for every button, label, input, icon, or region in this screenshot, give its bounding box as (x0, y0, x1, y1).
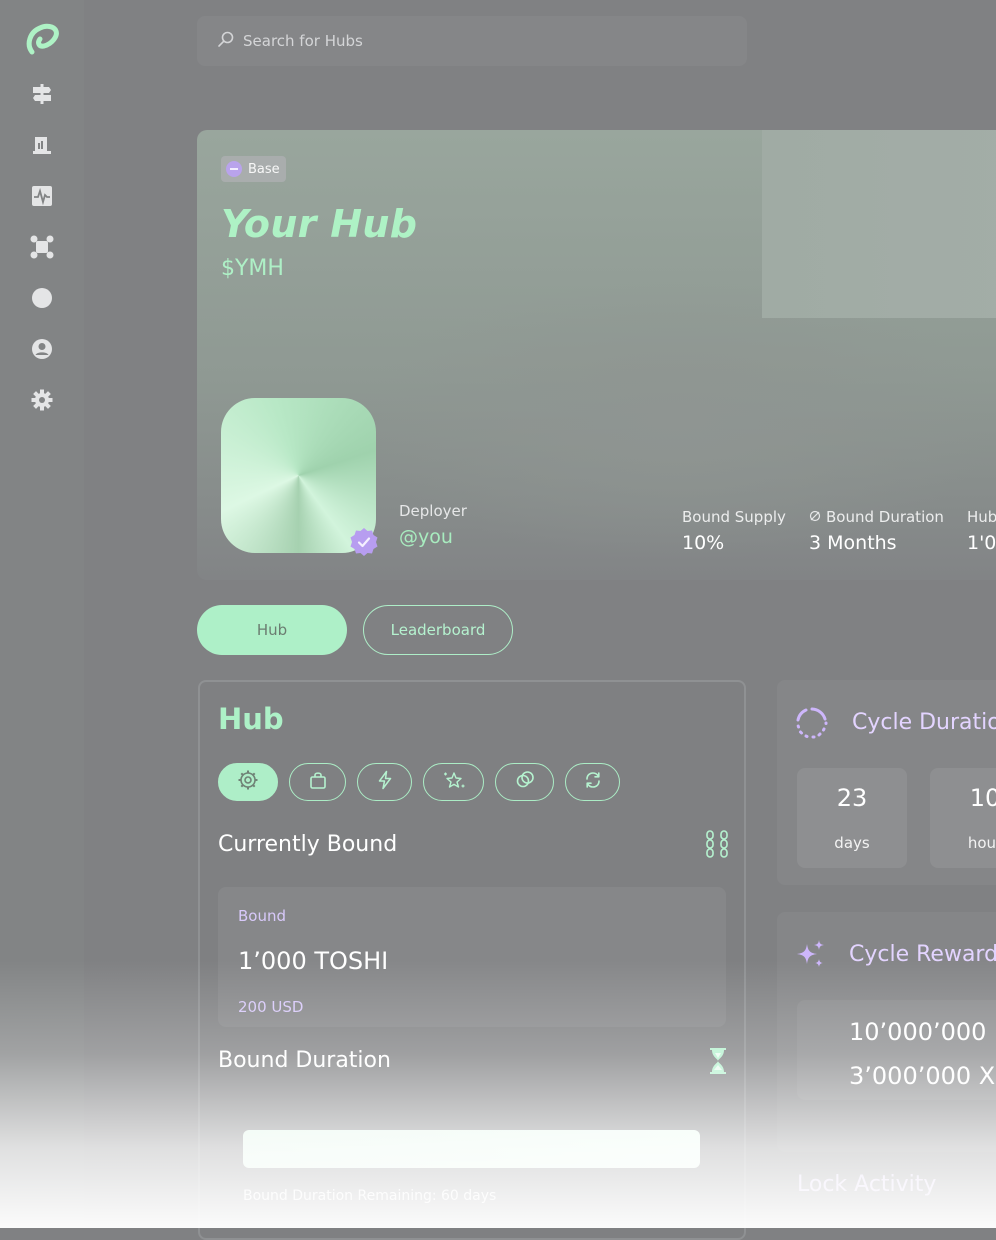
coins-icon (515, 770, 535, 794)
bound-duration-remaining: Bound Duration Remaining: 60 days (243, 1188, 497, 1204)
sparkle-star-icon (442, 770, 466, 794)
profile-icon[interactable] (29, 336, 55, 362)
signpost-icon[interactable] (29, 81, 55, 107)
reward-line: 3’000’000 X (849, 1062, 996, 1090)
tab-hub[interactable]: Hub (197, 605, 347, 655)
gear-icon (237, 769, 259, 795)
lightning-icon (375, 770, 395, 794)
chain-label: Base (248, 161, 280, 177)
chain-links-icon (706, 830, 728, 862)
refresh-action-button[interactable] (565, 763, 620, 801)
rewards-list: 10’000’000 ( 3’000’000 X (797, 1000, 996, 1100)
hub-banner: Base Your Hub $YMH Deployer @you Bound S… (197, 130, 996, 580)
bound-amount-panel: Bound 1’000 TOSHI 200 USD (218, 887, 726, 1027)
search-icon (217, 30, 235, 52)
hub-card-title: Hub (218, 702, 284, 736)
receipt-icon[interactable] (29, 132, 55, 158)
circle-icon[interactable] (29, 285, 55, 311)
boost-action-button[interactable] (357, 763, 412, 801)
bag-action-button[interactable] (289, 763, 346, 801)
countdown-hours: 10 hour (930, 768, 996, 868)
deployer-handle[interactable]: @you (399, 526, 453, 548)
hub-name: Your Hub (221, 202, 418, 246)
activity-icon[interactable] (29, 183, 55, 209)
deployer-label: Deployer (399, 502, 467, 520)
hub-ticker: $YMH (221, 256, 284, 281)
stat-bound-supply: Bound Supply 10% (682, 508, 786, 554)
null-icon (809, 508, 821, 526)
settings-action-button[interactable] (218, 763, 278, 801)
cycle-duration-title: Cycle Duratio (852, 710, 996, 735)
search-input[interactable]: Search for Hubs (243, 32, 363, 50)
cycle-rewards-title: Cycle Reward (849, 942, 996, 967)
reward-line: 10’000’000 ( (849, 1018, 996, 1046)
settings-icon[interactable] (29, 387, 55, 413)
chain-badge: Base (221, 156, 286, 182)
countdown-days: 23 days (797, 768, 907, 868)
link-action-button[interactable] (495, 763, 554, 801)
hub-action-bar (218, 763, 620, 801)
verified-badge-icon (348, 526, 380, 558)
currently-bound-title: Currently Bound (218, 832, 398, 857)
cycle-rewards-card: Cycle Reward 10’000’000 ( 3’000’000 X (777, 912, 996, 1152)
sidebar (0, 0, 84, 1228)
bound-usd: 200 USD (238, 998, 304, 1016)
stat-hub: Hub 1'0 (967, 508, 996, 554)
bound-label: Bound (238, 907, 287, 925)
bound-duration-title: Bound Duration (218, 1048, 391, 1073)
bound-amount: 1’000 TOSHI (238, 947, 389, 975)
cycle-duration-card: Cycle Duratio 23 days 10 hour (777, 680, 996, 885)
stat-bound-duration: Bound Duration 3 Months (809, 508, 944, 554)
tab-leaderboard[interactable]: Leaderboard (363, 605, 513, 655)
base-chain-icon (226, 161, 242, 177)
bound-duration-progress (243, 1130, 700, 1168)
search-bar[interactable]: Search for Hubs (197, 16, 747, 66)
rewards-action-button[interactable] (423, 763, 484, 801)
app-logo-icon[interactable] (24, 22, 60, 56)
refresh-icon (583, 770, 603, 794)
loading-spinner-icon (795, 706, 829, 744)
sparkles-icon (795, 938, 827, 974)
lock-activity-title: Lock Activity (797, 1172, 937, 1197)
shopping-bag-icon (308, 770, 328, 794)
network-icon[interactable] (29, 234, 55, 260)
hourglass-icon (708, 1048, 728, 1078)
